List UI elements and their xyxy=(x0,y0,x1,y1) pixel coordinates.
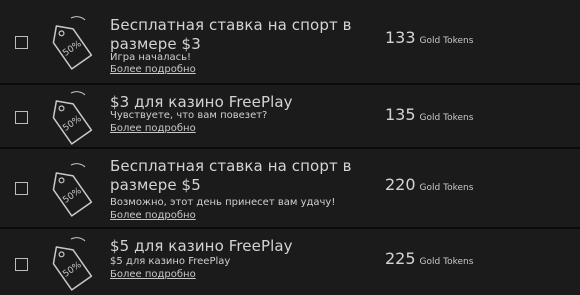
offer-row: 50% $5 для казино FreePlay $5 для казино… xyxy=(0,229,580,295)
offer-description: Возможно, этот день принесет вам удачу! xyxy=(110,197,336,208)
offer-title: Бесплатная ставка на спорт в размере $5 xyxy=(110,157,352,194)
discount-label: 50% xyxy=(61,186,83,206)
price-currency: Gold Tokens xyxy=(419,113,474,123)
offer-checkbox[interactable] xyxy=(15,182,28,195)
price-amount: 133 xyxy=(385,28,416,47)
price-tag-icon: 50% xyxy=(52,163,93,217)
offer-title: Бесплатная ставка на спорт в размере $3 xyxy=(110,16,352,53)
discount-label: 50% xyxy=(61,260,83,280)
offer-description: $5 для казино FreePlay xyxy=(110,256,231,267)
offer-title: $5 для казино FreePlay xyxy=(110,237,293,255)
offer-description: Чувствуете, что вам повезет? xyxy=(110,110,268,121)
offers-list: 50% Бесплатная ставка на спорт в размере… xyxy=(0,0,580,295)
offer-row: 50% Бесплатная ставка на спорт в размере… xyxy=(0,149,580,229)
discount-label: 50% xyxy=(61,114,83,134)
price-currency: Gold Tokens xyxy=(419,36,474,46)
price-amount: 225 xyxy=(385,249,416,268)
offer-price: 220 Gold Tokens xyxy=(385,175,473,194)
price-tag-icon: 50% xyxy=(52,237,93,291)
price-currency: Gold Tokens xyxy=(419,257,474,267)
price-amount: 220 xyxy=(385,175,416,194)
price-amount: 135 xyxy=(385,105,416,124)
price-tag-icon: 50% xyxy=(52,16,93,70)
offer-price: 133 Gold Tokens xyxy=(385,28,473,47)
offer-row: 50% Бесплатная ставка на спорт в размере… xyxy=(0,0,580,85)
discount-label: 50% xyxy=(61,39,83,59)
offer-row: 50% $3 для казино FreePlay Чувствуете, ч… xyxy=(0,85,580,149)
more-details-link[interactable]: Более подробно xyxy=(110,269,196,281)
offer-checkbox[interactable] xyxy=(15,258,28,271)
price-currency: Gold Tokens xyxy=(419,183,474,193)
offer-checkbox[interactable] xyxy=(15,36,28,49)
price-tag-icon: 50% xyxy=(52,91,93,145)
more-details-link[interactable]: Более подробно xyxy=(110,210,196,222)
offer-price: 225 Gold Tokens xyxy=(385,249,473,268)
more-details-link[interactable]: Более подробно xyxy=(110,123,196,135)
offer-description: Игра началась! xyxy=(110,52,192,63)
offer-price: 135 Gold Tokens xyxy=(385,105,473,124)
offer-checkbox[interactable] xyxy=(15,111,28,124)
more-details-link[interactable]: Более подробно xyxy=(110,64,196,76)
